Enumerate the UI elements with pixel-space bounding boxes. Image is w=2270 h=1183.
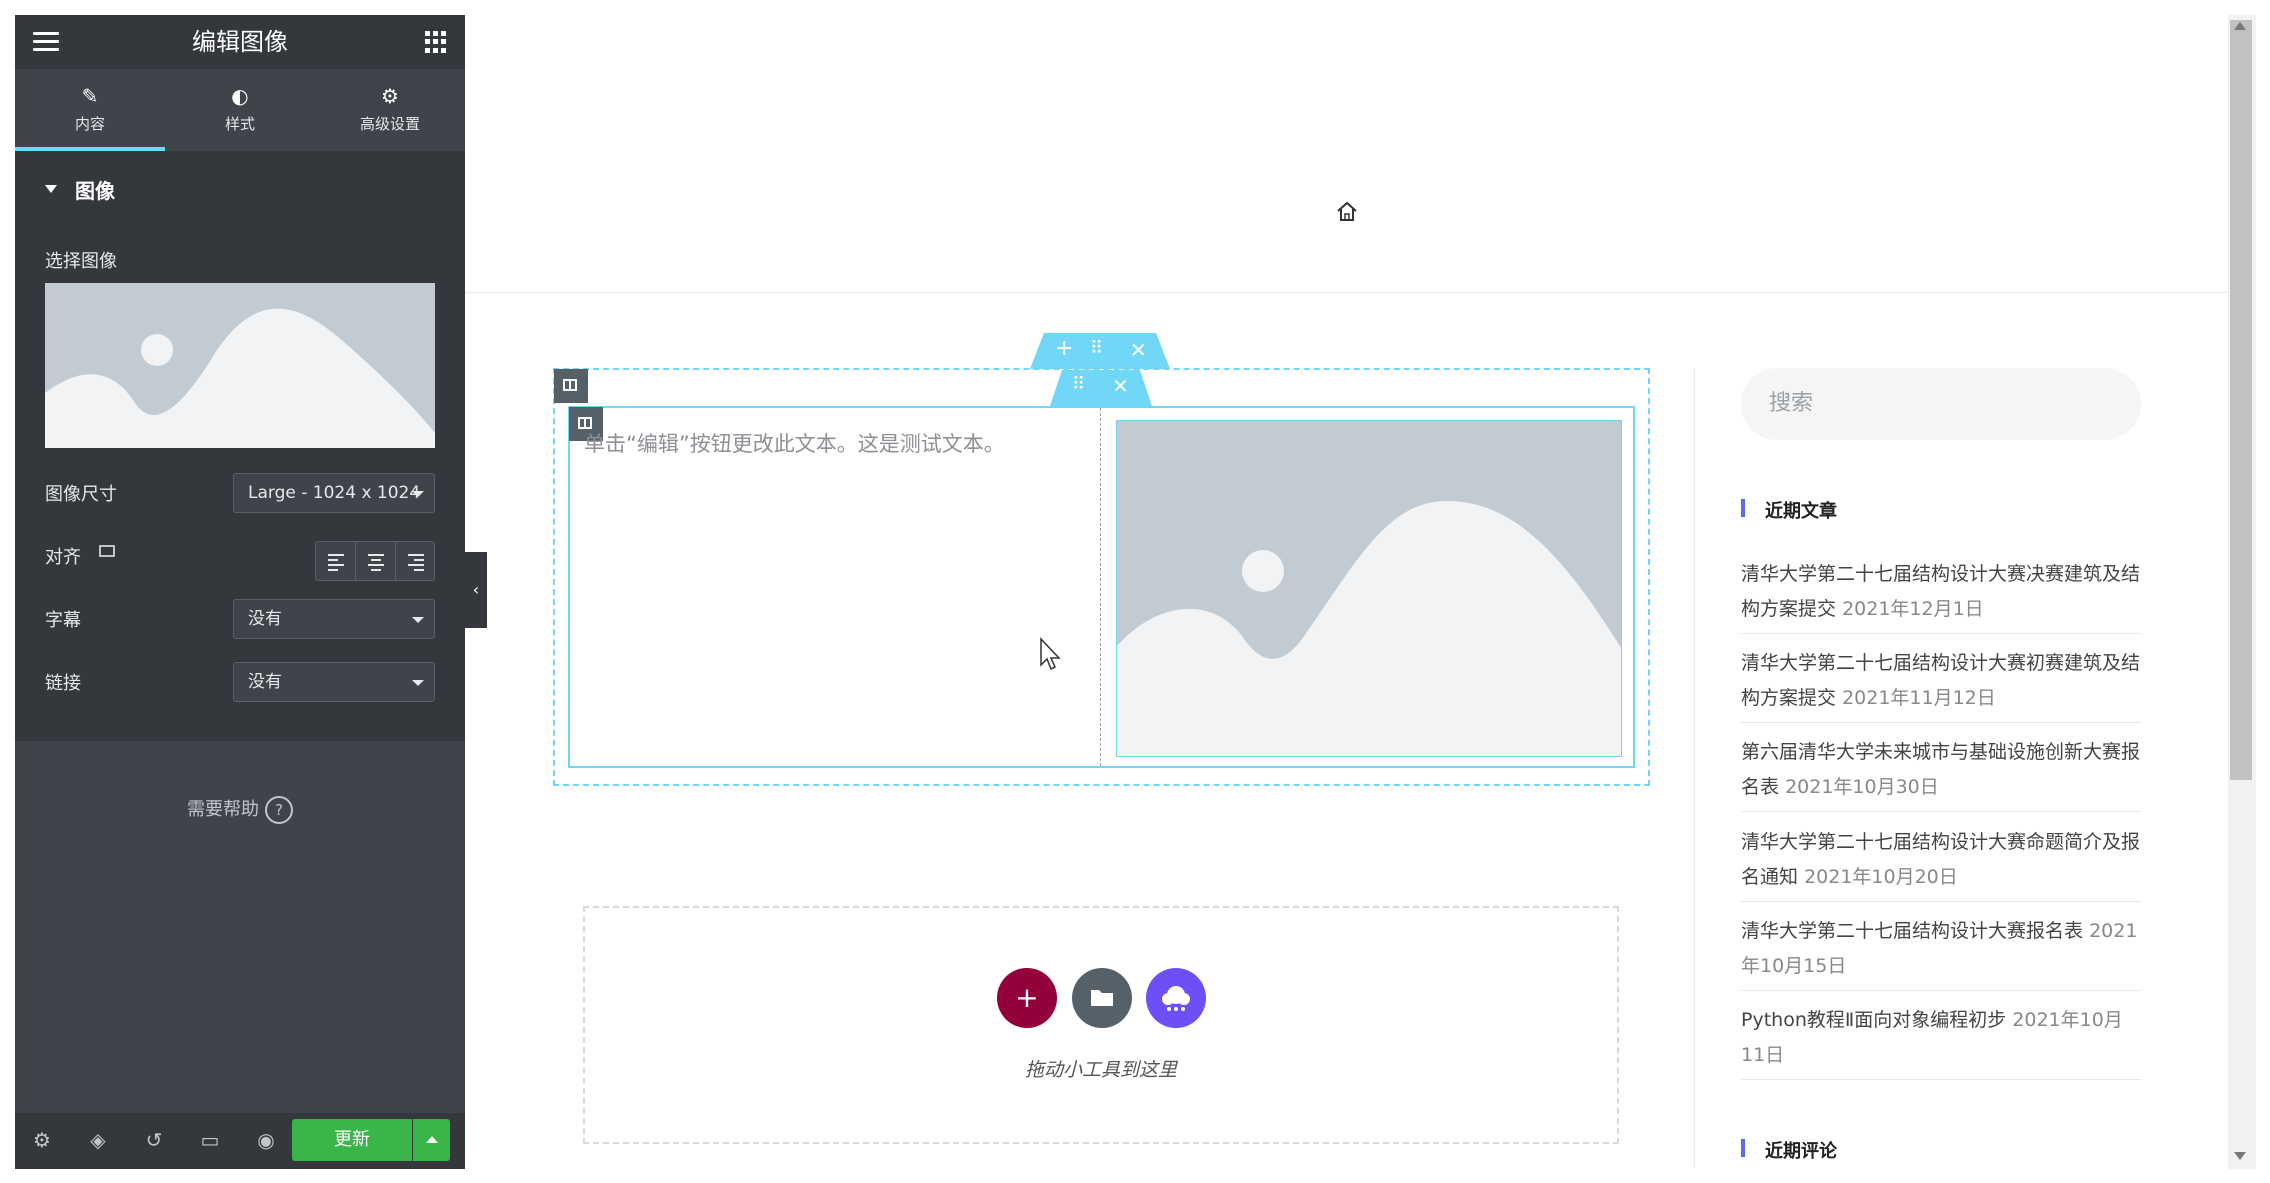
align-label: 对齐 [45, 547, 81, 568]
image-placeholder-icon [45, 283, 435, 448]
dropdown-arrow-icon [412, 617, 424, 623]
dropdown-arrow-icon [412, 491, 424, 497]
image-size-value: Large - 1024 x 1024 [248, 483, 421, 503]
recent-post-item[interactable]: 清华大学第二十七届结构设计大赛初赛建筑及结构方案提交 2021年11月12日 [1741, 646, 2141, 723]
update-options-button[interactable] [413, 1119, 450, 1161]
tab-style[interactable]: ◐ 样式 [165, 69, 315, 151]
recent-post-item[interactable]: 清华大学第二十七届结构设计大赛命题简介及报名通知 2021年10月20日 [1741, 825, 2141, 902]
tab-content[interactable]: ✎ 内容 [15, 69, 165, 151]
add-new-section-button[interactable]: + [997, 968, 1057, 1028]
recent-posts-title: 近期文章 [1741, 497, 1837, 523]
align-center-button[interactable] [356, 542, 396, 580]
panel-tabs: ✎ 内容 ◐ 样式 ⚙ 高级设置 [15, 69, 465, 151]
image-placeholder-icon [1117, 421, 1621, 756]
image-chooser[interactable] [45, 283, 435, 448]
align-right-button[interactable] [396, 542, 436, 580]
pencil-icon: ✎ [81, 84, 99, 108]
history-icon[interactable]: ↺ [139, 1125, 169, 1155]
link-select[interactable]: 没有 [233, 662, 435, 702]
align-left-button[interactable] [316, 542, 356, 580]
link-value: 没有 [248, 672, 282, 692]
sidebar-divider [1694, 368, 1695, 1168]
text-editor-widget[interactable]: 单击“编辑”按钮更改此文本。这是测试文本。 [584, 428, 1005, 458]
add-template-button[interactable] [1072, 968, 1132, 1028]
section-column-handle[interactable] [554, 369, 588, 403]
desktop-icon[interactable] [99, 545, 115, 557]
scrollbar-thumb[interactable] [2230, 20, 2252, 780]
caret-down-icon [45, 185, 57, 193]
drag-section-icon[interactable]: ⠿ [1090, 338, 1103, 359]
recent-post-item[interactable]: 清华大学第二十七届结构设计大赛报名表 2021年10月15日 [1741, 914, 2141, 991]
panel-title: 编辑图像 [192, 28, 288, 56]
image-size-select[interactable]: Large - 1024 x 1024 [233, 473, 435, 513]
column-icon [563, 379, 577, 391]
widgets-grid-icon[interactable] [425, 31, 447, 53]
question-icon: ? [265, 796, 293, 824]
post-date: 2021年12月1日 [1842, 598, 1984, 620]
help-label: 需要帮助 [187, 799, 259, 820]
delete-section-icon[interactable]: ✕ [1130, 338, 1147, 362]
caption-value: 没有 [248, 609, 282, 629]
ai-cloud-icon [1162, 986, 1190, 1011]
recent-post-item[interactable]: 清华大学第二十七届结构设计大赛决赛建筑及结构方案提交 2021年12月1日 [1741, 557, 2141, 634]
left-column[interactable] [570, 408, 1101, 766]
mouse-cursor-icon [1040, 637, 1061, 671]
align-buttons [315, 541, 435, 581]
collapse-panel-button[interactable]: ‹ [465, 552, 487, 628]
post-title[interactable]: 清华大学第二十七届结构设计大赛报名表 [1741, 920, 2083, 942]
post-date: 2021年11月12日 [1842, 687, 1996, 709]
gear-icon: ⚙ [381, 84, 399, 108]
tab-advanced-label: 高级设置 [359, 115, 420, 133]
help-link[interactable]: 需要帮助? [15, 795, 465, 824]
add-section-icon[interactable]: + [1055, 336, 1073, 361]
search-input[interactable]: 搜索 [1741, 368, 2141, 440]
recent-post-item[interactable]: Python教程Ⅱ面向对象编程初步 2021年10月11日 [1741, 1003, 2141, 1080]
recent-comments-title: 近期评论 [1741, 1137, 1837, 1163]
caret-up-icon [426, 1136, 438, 1143]
ai-assistant-button[interactable] [1146, 968, 1206, 1028]
post-date: 2021年10月30日 [1785, 776, 1939, 798]
scroll-up-arrow-icon[interactable] [2234, 22, 2246, 30]
post-title[interactable]: Python教程Ⅱ面向对象编程初步 [1741, 1009, 2006, 1031]
dropdown-arrow-icon [412, 680, 424, 686]
recent-post-item[interactable]: 第六届清华大学未来城市与基础设施创新大赛报名表 2021年10月30日 [1741, 735, 2141, 812]
tab-content-label: 内容 [74, 115, 105, 133]
editor-panel: 编辑图像 ✎ 内容 ◐ 样式 ⚙ 高级设置 图像 选择图像 图像尺寸 Large… [15, 15, 465, 1169]
folder-icon [1091, 990, 1113, 1006]
tab-style-label: 样式 [224, 115, 255, 133]
contrast-icon: ◐ [231, 84, 249, 108]
navigator-layers-icon[interactable]: ◈ [83, 1125, 113, 1155]
image-size-label: 图像尺寸 [45, 484, 117, 505]
caption-select[interactable]: 没有 [233, 599, 435, 639]
section-title: 图像 [75, 179, 115, 203]
link-label: 链接 [45, 673, 81, 694]
header-divider [465, 292, 2228, 293]
image-widget[interactable] [1116, 420, 1622, 757]
responsive-mode-icon[interactable]: ▭ [195, 1125, 225, 1155]
panel-header: 编辑图像 [15, 15, 465, 69]
update-button[interactable]: 更新 [292, 1119, 412, 1161]
scroll-down-arrow-icon[interactable] [2234, 1152, 2246, 1160]
choose-image-label: 选择图像 [45, 251, 117, 272]
preview-eye-icon[interactable]: ◉ [251, 1125, 281, 1155]
drop-zone-text: 拖动小工具到这里 [1024, 1059, 1177, 1081]
home-icon[interactable] [1335, 200, 1359, 224]
settings-icon[interactable]: ⚙ [27, 1125, 57, 1155]
tab-advanced[interactable]: ⚙ 高级设置 [315, 69, 465, 151]
caption-label: 字幕 [45, 610, 81, 631]
post-date: 2021年10月20日 [1804, 866, 1958, 888]
